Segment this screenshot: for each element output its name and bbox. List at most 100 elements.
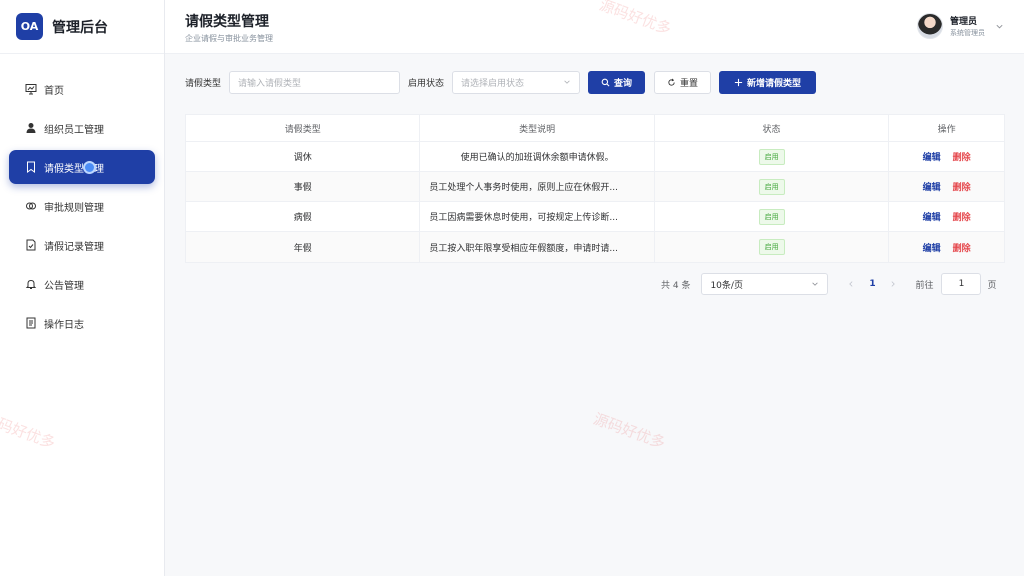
reset-button-label: 重置 — [680, 79, 699, 89]
cell-actions: 编辑 删除 — [889, 232, 1004, 262]
table-header-row: 请假类型 类型说明 状态 操作 — [186, 115, 1004, 142]
add-button-label: 新增请假类型 — [747, 79, 802, 89]
document-icon — [25, 239, 37, 251]
cell-type: 年假 — [186, 232, 421, 262]
sidebar-item-label: 审批规则管理 — [44, 202, 104, 214]
chart-board-icon — [25, 83, 37, 95]
sidebar: OA 管理后台 首页 组织员工管理 请假类型管理 审批规则管理 请假记录管理 公… — [0, 0, 165, 576]
status-filter-label: 启用状态 — [408, 79, 445, 89]
cell-status: 启用 — [655, 202, 890, 231]
avatar — [917, 13, 943, 39]
sidebar-item-approval-rules[interactable]: 审批规则管理 — [9, 189, 155, 223]
status-badge: 启用 — [758, 148, 785, 165]
edit-link[interactable]: 编辑 — [923, 210, 941, 223]
page-size-select[interactable]: 10条/页 — [701, 273, 829, 295]
column-header: 状态 — [655, 115, 890, 142]
current-page[interactable]: 1 — [869, 279, 875, 289]
header: 请假类型管理 企业请假与审批业务管理 管理员 系统管理员 — [165, 0, 1024, 54]
edit-link[interactable]: 编辑 — [923, 150, 941, 163]
cell-status: 启用 — [655, 172, 890, 201]
edit-link[interactable]: 编辑 — [923, 180, 941, 193]
sidebar-item-home[interactable]: 首页 — [9, 72, 155, 106]
filter-bar: 请假类型 请输入请假类型 启用状态 请选择启用状态 查询 重置 新增请假类型 — [185, 71, 817, 94]
user-menu[interactable]: 管理员 系统管理员 — [917, 13, 1004, 39]
status-filter-placeholder: 请选择启用状态 — [461, 79, 525, 89]
page-subtitle: 企业请假与审批业务管理 — [185, 34, 273, 43]
type-filter-input[interactable]: 请输入请假类型 — [229, 71, 401, 94]
page-title: 请假类型管理 — [185, 14, 269, 30]
status-badge: 启用 — [758, 178, 785, 195]
cell-actions: 编辑 删除 — [889, 172, 1004, 201]
page-size-value: 10条/页 — [710, 280, 743, 291]
cell-type: 事假 — [186, 172, 421, 201]
brand: OA 管理后台 — [0, 0, 164, 54]
chevron-down-icon — [564, 80, 570, 84]
type-filter-placeholder: 请输入请假类型 — [238, 79, 302, 89]
sidebar-item-label: 首页 — [44, 85, 64, 97]
user-icon — [25, 122, 37, 134]
search-button[interactable]: 查询 — [588, 71, 646, 94]
sidebar-item-leave-records[interactable]: 请假记录管理 — [9, 228, 155, 262]
table-row: 事假 员工处理个人事务时使用，原则上应在休假开... 启用 编辑 删除 — [186, 172, 1004, 202]
bookmark-icon — [25, 161, 37, 173]
cell-type: 病假 — [186, 202, 421, 231]
total-count: 共 4 条 — [661, 280, 691, 291]
cell-desc: 员工因病需要休息时使用，可按规定上传诊断... — [420, 202, 655, 231]
chevron-left-icon[interactable] — [847, 280, 855, 288]
chevron-down-icon — [996, 24, 1003, 28]
goto-label: 前往 — [915, 280, 934, 291]
user-name: 管理员 — [950, 17, 978, 27]
brand-logo: OA — [16, 13, 43, 40]
edit-link[interactable]: 编辑 — [923, 241, 941, 254]
cell-desc: 使用已确认的加班调休余额申请休假。 — [420, 142, 655, 171]
sidebar-item-label: 操作日志 — [44, 319, 84, 331]
cell-actions: 编辑 删除 — [889, 142, 1004, 171]
user-role: 系统管理员 — [950, 29, 985, 37]
table-row: 调休 使用已确认的加班调休余额申请休假。 启用 编辑 删除 — [186, 142, 1004, 172]
sidebar-item-label: 请假记录管理 — [44, 241, 104, 253]
sidebar-item-org-staff[interactable]: 组织员工管理 — [9, 111, 155, 145]
delete-link[interactable]: 删除 — [953, 241, 971, 254]
table-row: 年假 员工按入职年限享受相应年假额度，申请时请... 启用 编辑 删除 — [186, 232, 1004, 262]
delete-link[interactable]: 删除 — [953, 150, 971, 163]
sidebar-item-leave-type[interactable]: 请假类型管理 — [9, 150, 155, 184]
delete-link[interactable]: 删除 — [953, 210, 971, 223]
reset-button[interactable]: 重置 — [654, 71, 712, 94]
rule-icon — [25, 200, 37, 212]
column-header: 类型说明 — [420, 115, 655, 142]
plus-icon — [734, 78, 743, 87]
log-icon — [25, 317, 37, 329]
column-header: 操作 — [937, 125, 956, 135]
cell-desc: 员工按入职年限享受相应年假额度，申请时请... — [420, 232, 655, 262]
bell-icon — [25, 278, 37, 290]
sidebar-item-label: 公告管理 — [44, 280, 84, 292]
goto-page-input[interactable]: 1 — [941, 273, 982, 295]
add-leave-type-button[interactable]: 新增请假类型 — [719, 71, 817, 94]
page-nav: 1 — [841, 273, 903, 295]
column-header: 请假类型 — [186, 115, 421, 142]
watermark: 源码好优多 — [591, 409, 668, 453]
chevron-down-icon — [812, 282, 819, 286]
refresh-icon — [668, 78, 675, 86]
status-filter-select[interactable]: 请选择启用状态 — [452, 71, 581, 94]
cell-status: 启用 — [655, 232, 890, 262]
sidebar-item-label: 组织员工管理 — [44, 124, 104, 136]
sidebar-item-announcements[interactable]: 公告管理 — [9, 267, 155, 301]
pagination: 共 4 条 10条/页 1 前往 1 页 — [661, 273, 996, 295]
status-badge: 启用 — [758, 208, 785, 225]
cell-type: 调休 — [186, 142, 421, 171]
chevron-right-icon[interactable] — [889, 280, 897, 288]
type-filter-label: 请假类型 — [185, 79, 222, 89]
sidebar-item-operation-log[interactable]: 操作日志 — [9, 306, 155, 340]
cell-status: 启用 — [655, 142, 890, 171]
cursor-indicator — [83, 161, 96, 174]
leave-type-table: 请假类型 类型说明 状态 操作 调休 使用已确认的加班调休余额申请休假。 启用 … — [185, 114, 1005, 263]
cell-actions: 编辑 删除 — [889, 202, 1004, 231]
search-icon — [601, 78, 610, 87]
user-info: 管理员 系统管理员 — [950, 14, 985, 38]
sidebar-menu: 首页 组织员工管理 请假类型管理 审批规则管理 请假记录管理 公告管理 操作日志 — [0, 54, 164, 340]
cell-desc: 员工处理个人事务时使用，原则上应在休假开... — [420, 172, 655, 201]
status-badge: 启用 — [758, 239, 785, 255]
brand-name: 管理后台 — [52, 19, 108, 36]
delete-link[interactable]: 删除 — [953, 180, 971, 193]
